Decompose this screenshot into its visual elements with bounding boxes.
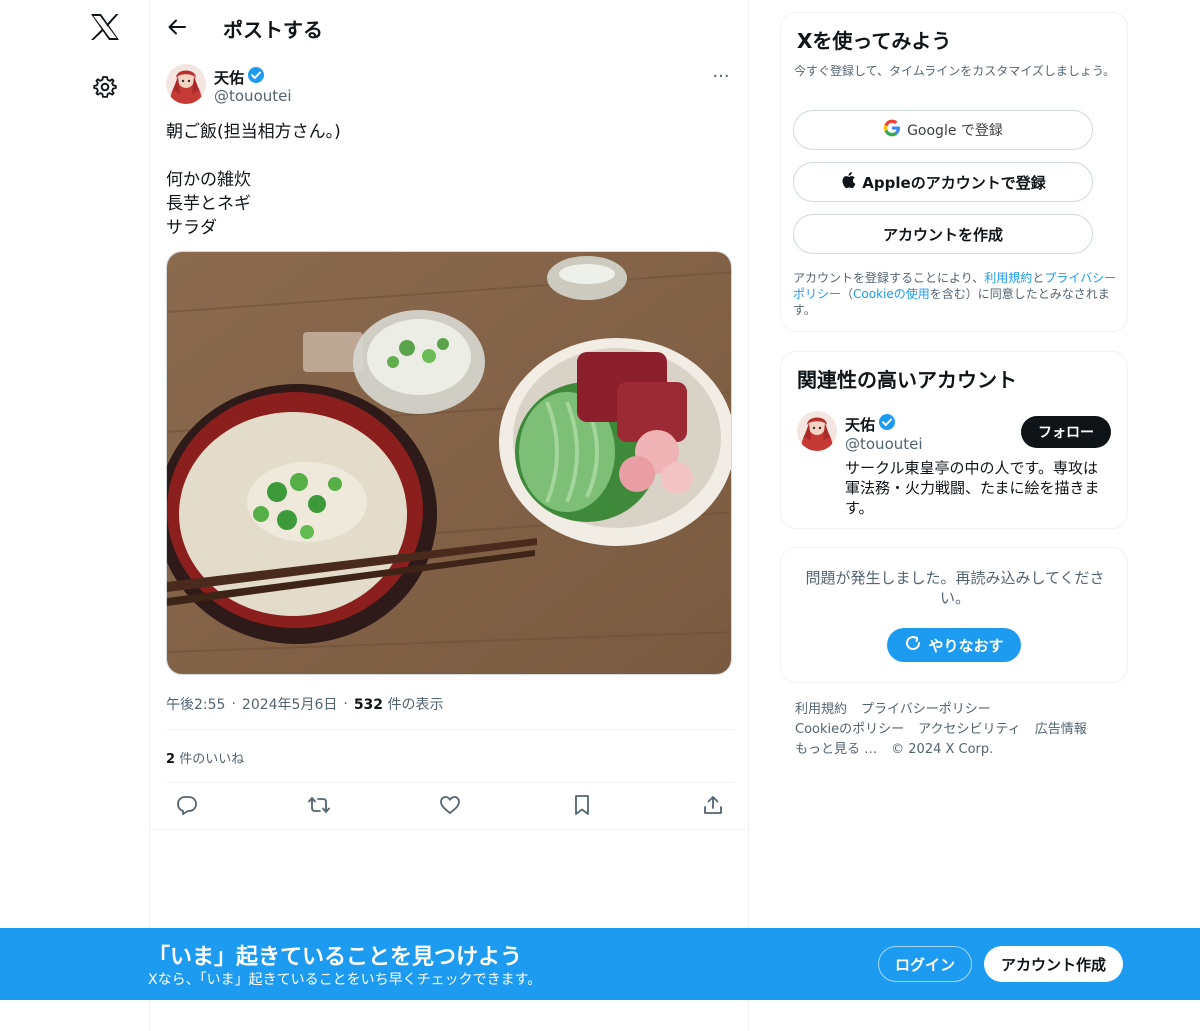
create-account-button[interactable]: アカウントを作成 <box>793 214 1093 254</box>
google-logo-icon <box>883 119 901 141</box>
views-count-group: 532 件の表示 <box>354 694 444 714</box>
banner-title: 「いま」起きていることを見つけよう <box>148 945 523 970</box>
signup-card-title: Xを使ってみよう <box>797 29 952 53</box>
divider <box>166 782 734 783</box>
related-account-name[interactable]: 天佑 <box>845 413 896 435</box>
follow-button[interactable]: フォロー <box>1021 416 1111 448</box>
footer-link-terms[interactable]: 利用規約 <box>795 700 847 720</box>
top-bar: ポストする <box>150 0 750 54</box>
legal-text: アカウントを登録することにより、利用規約とプライバシーポリシー（Cookieの使… <box>793 270 1117 318</box>
footer-row: 利用規約 プライバシーポリシー <box>795 700 1125 720</box>
signup-button[interactable]: アカウント作成 <box>984 946 1123 982</box>
bookmark-icon[interactable] <box>567 790 597 820</box>
tweet-line: 何かの雑炊 <box>166 170 251 190</box>
banner-subtitle: Xなら、「いま」起きていることをいち早くチェックできます。 <box>148 972 542 988</box>
footer-link-ads[interactable]: 広告情報 <box>1035 720 1087 740</box>
google-signup-label: Google で登録 <box>907 123 1003 139</box>
divider <box>166 729 734 730</box>
author-name-text: 天佑 <box>214 68 245 87</box>
more-options-icon[interactable]: ··· <box>706 66 736 87</box>
tweet-line: 朝ご飯(担当相方さん。) <box>166 122 341 142</box>
verified-badge-icon <box>878 413 896 435</box>
tweet-date[interactable]: 2024年5月6日 <box>242 694 337 714</box>
views-count: 532 <box>353 697 384 713</box>
footer-links: 利用規約 プライバシーポリシー Cookieのポリシー アクセシビリティ 広告情… <box>795 700 1125 760</box>
related-accounts-card: 関連性の高いアカウント 天佑 @tououtei フォロー サークル東皇亭の中の… <box>780 351 1128 529</box>
likes-summary[interactable]: 2 件のいいね <box>166 748 244 767</box>
footer-row: もっと見る … © 2024 X Corp. <box>795 740 1125 760</box>
cookie-use-link[interactable]: Cookieの使用 <box>853 287 930 301</box>
like-heart-icon[interactable] <box>435 790 465 820</box>
refresh-icon <box>904 634 922 656</box>
footer-link-cookie[interactable]: Cookieのポリシー <box>795 720 904 740</box>
related-account-handle[interactable]: @tououtei <box>845 435 923 453</box>
tweet-text: 朝ご飯(担当相方さん。) 何かの雑炊 長芋とネギ サラダ <box>166 120 726 240</box>
footer-link-accessibility[interactable]: アクセシビリティ <box>918 720 1021 740</box>
main-column: ポストする 天佑 @tououtei ··· 朝ご飯(担当相方さん。) 何かの雑… <box>149 0 750 1031</box>
error-message: 問題が発生しました。再読み込みしてください。 <box>805 569 1105 607</box>
tweet-actions <box>166 790 734 824</box>
left-nav <box>0 0 150 1031</box>
tweet-author: 天佑 @tououtei ··· <box>166 64 736 108</box>
footer-link-privacy[interactable]: プライバシーポリシー <box>861 700 991 720</box>
author-name[interactable]: 天佑 <box>214 66 265 88</box>
tweet-line <box>166 144 726 168</box>
share-icon[interactable] <box>698 790 728 820</box>
divider <box>150 829 750 830</box>
back-arrow-icon[interactable] <box>164 14 190 40</box>
signup-card-subtitle: 今すぐ登録して、タイムラインをカスタマイズしましょう。 <box>794 64 1116 78</box>
retry-label: やりなおす <box>928 636 1004 655</box>
retry-button[interactable]: やりなおす <box>887 628 1021 662</box>
signup-card: Xを使ってみよう 今すぐ登録して、タイムラインをカスタマイズしましょう。 Goo… <box>780 12 1128 332</box>
google-signup-button[interactable]: Google で登録 <box>793 110 1093 150</box>
settings-gear-icon[interactable] <box>90 72 120 102</box>
avatar[interactable] <box>166 64 206 104</box>
meta-separator: · <box>343 696 348 712</box>
tweet-meta: 午後2:55 · 2024年5月6日 · 532 件の表示 <box>166 694 444 714</box>
related-account-name-text: 天佑 <box>845 415 876 434</box>
terms-link[interactable]: 利用規約 <box>984 271 1032 285</box>
likes-label: 件のいいね <box>179 752 245 767</box>
related-account-bio: サークル東皇亭の中の人です。専攻は軍法務・火力戦闘、たまに絵を描きます。 <box>845 459 1100 517</box>
footer-copyright: © 2024 X Corp. <box>891 742 994 757</box>
avatar[interactable] <box>797 411 837 451</box>
author-handle[interactable]: @tououtei <box>214 87 292 105</box>
error-card: 問題が発生しました。再読み込みしてください。 やりなおす <box>780 547 1128 683</box>
legal-text-part: （ <box>841 287 854 301</box>
x-logo-icon[interactable] <box>88 10 122 44</box>
reply-icon[interactable] <box>172 790 202 820</box>
tweet-time[interactable]: 午後2:55 <box>166 694 225 714</box>
views-label: 件の表示 <box>387 697 444 713</box>
related-accounts-title: 関連性の高いアカウント <box>797 368 1017 392</box>
page-title: ポストする <box>223 18 323 42</box>
create-account-label: アカウントを作成 <box>882 225 1003 244</box>
apple-signup-label: Appleのアカウントで登録 <box>862 173 1046 192</box>
tweet-photo[interactable] <box>166 251 732 675</box>
bottom-signup-banner: 「いま」起きていることを見つけよう Xなら、「いま」起きていることをいち早くチェ… <box>0 928 1200 1000</box>
footer-more-link[interactable]: もっと見る … <box>795 740 877 760</box>
meta-separator: · <box>231 696 236 712</box>
legal-text-part: と <box>1032 271 1045 285</box>
verified-badge-icon <box>247 66 265 88</box>
login-button[interactable]: ログイン <box>878 946 972 982</box>
legal-text-part: アカウントを登録することにより、 <box>793 271 985 285</box>
footer-row: Cookieのポリシー アクセシビリティ 広告情報 <box>795 720 1125 740</box>
repost-icon[interactable] <box>304 790 334 820</box>
apple-logo-icon <box>840 171 856 193</box>
tweet-line: サラダ <box>166 218 217 238</box>
tweet-line: 長芋とネギ <box>166 194 251 214</box>
likes-count: 2 <box>166 752 176 767</box>
apple-signup-button[interactable]: Appleのアカウントで登録 <box>793 162 1093 202</box>
